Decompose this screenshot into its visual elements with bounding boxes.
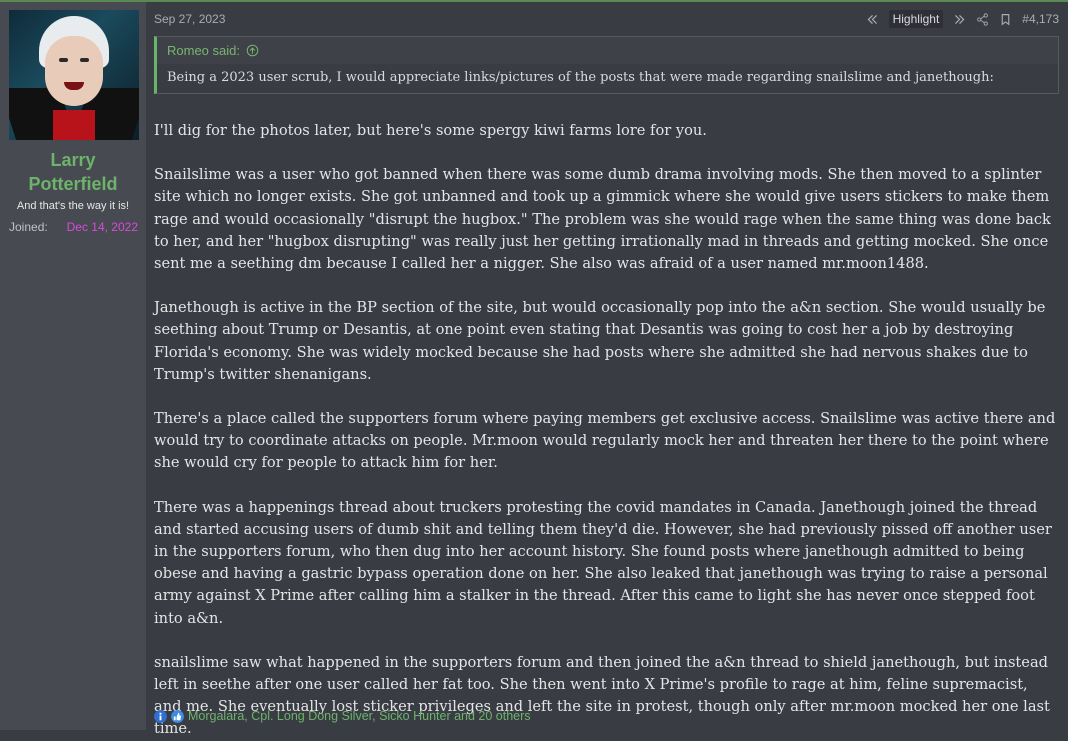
joined-date: Dec 14, 2022 [66, 220, 138, 234]
post-header: Sep 27, 2023 Highlight #4,173 [154, 2, 1059, 36]
post-main: Sep 27, 2023 Highlight #4,173 Romeo said… [146, 2, 1068, 737]
post-paragraph: Janethough is active in the BP section o… [154, 299, 1046, 383]
post-actions: Highlight #4,173 [866, 10, 1059, 28]
post-number[interactable]: #4,173 [1022, 12, 1059, 26]
avatar[interactable] [9, 10, 139, 140]
joined-row: Joined: Dec 14, 2022 [0, 220, 146, 234]
highlight-button[interactable]: Highlight [888, 10, 944, 28]
post-paragraph: There's a place called the supporters fo… [154, 410, 1056, 472]
next-highlight-icon[interactable] [953, 13, 966, 26]
quote-author[interactable]: Romeo said: [167, 43, 240, 58]
reactions-bar[interactable]: Morgalara, Cpl. Long Dong Silver, Sicko … [154, 709, 531, 723]
share-icon[interactable] [976, 12, 989, 26]
user-title: And that's the way it is! [16, 200, 130, 212]
forum-post: Larry Potterfield And that's the way it … [0, 0, 1068, 737]
quote-header[interactable]: Romeo said: [157, 37, 1058, 64]
post-paragraph: There was a happenings thread about truc… [154, 498, 1052, 627]
post-paragraph: Snailslime was a user who got banned whe… [154, 166, 1051, 273]
post-paragraph: snailslime saw what happened in the supp… [154, 653, 1050, 738]
bookmark-icon[interactable] [999, 13, 1012, 26]
quote-block: Romeo said: Being a 2023 user scrub, I w… [154, 36, 1059, 94]
user-sidebar: Larry Potterfield And that's the way it … [0, 2, 146, 730]
post-paragraph: I'll dig for the photos later, but here'… [154, 122, 707, 139]
like-icon [171, 709, 184, 723]
post-date[interactable]: Sep 27, 2023 [154, 12, 225, 26]
jump-to-quote-icon[interactable] [246, 44, 259, 57]
joined-label: Joined: [9, 220, 48, 234]
prev-highlight-icon[interactable] [866, 13, 879, 26]
informative-icon [154, 709, 167, 723]
username[interactable]: Larry Potterfield [0, 148, 146, 196]
quote-text: Being a 2023 user scrub, I would appreci… [157, 64, 1058, 93]
post-body: I'll dig for the photos later, but here'… [154, 120, 1059, 741]
reactions-text[interactable]: Morgalara, Cpl. Long Dong Silver, Sicko … [188, 709, 531, 723]
